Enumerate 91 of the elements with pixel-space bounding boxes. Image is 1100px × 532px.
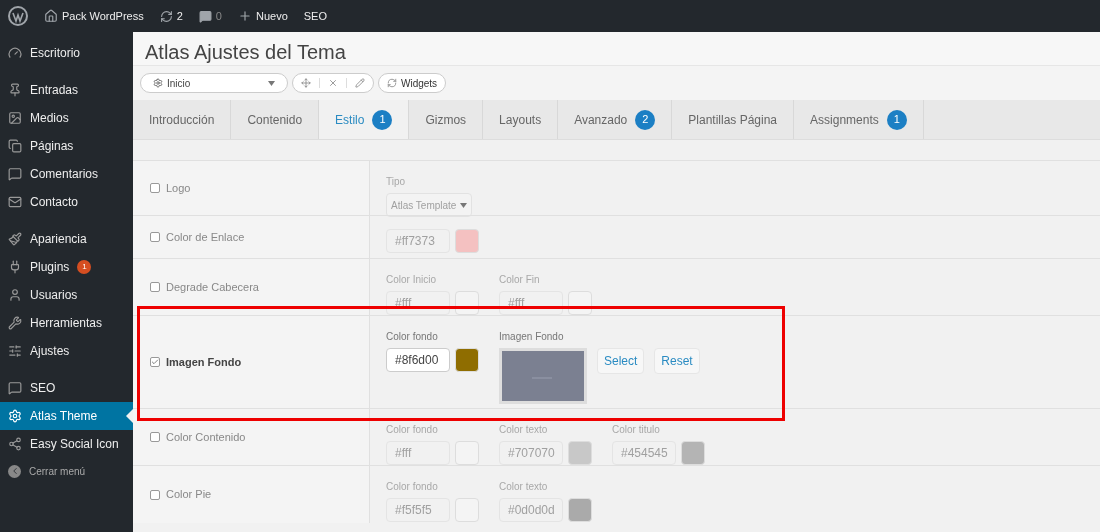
field-label: Color texto: [499, 480, 549, 494]
row-label: Color Pie: [166, 487, 212, 503]
select-button[interactable]: Select: [597, 348, 645, 374]
sidebar-item[interactable]: Herramientas: [0, 309, 133, 337]
checkbox[interactable]: [150, 489, 160, 500]
tab[interactable]: Layouts: [483, 100, 559, 139]
sidebar-item[interactable]: Ajustes: [0, 337, 133, 365]
row-label: Logo: [166, 180, 191, 196]
tab[interactable]: Estilo 1: [319, 100, 410, 139]
menu-icon: [8, 46, 22, 60]
sidebar-item[interactable]: Usuarios: [0, 281, 133, 309]
gear-icon: [153, 78, 163, 88]
tab[interactable]: Plantillas Página: [672, 100, 795, 139]
sidebar-item[interactable]: Apariencia: [0, 225, 133, 253]
caret-icon: [268, 80, 275, 86]
tab[interactable]: Gizmos: [409, 100, 484, 139]
row-label: Degrade Cabecera: [166, 279, 259, 295]
home-icon: [44, 9, 58, 23]
count-badge: 2: [635, 109, 656, 130]
sidebar-item[interactable]: Escritorio: [0, 39, 133, 67]
color-swatch[interactable]: [568, 498, 592, 522]
checkbox[interactable]: [150, 432, 160, 442]
menu-icon: [8, 409, 22, 423]
logo-icon[interactable]: [8, 6, 28, 26]
caret-icon: [460, 202, 468, 208]
reset-button[interactable]: Reset: [654, 348, 700, 374]
row-label: Color Contenido: [166, 429, 246, 445]
sidebar-item[interactable]: Medios: [0, 104, 133, 132]
layout-select[interactable]: Inicio: [140, 73, 288, 93]
page-title: Atlas Ajustes del Tema: [145, 40, 346, 65]
menu-icon: [8, 260, 22, 274]
sidebar-item[interactable]: Atlas Theme: [0, 402, 133, 430]
menu-icon: [8, 344, 22, 358]
tab[interactable]: Avanzado 2: [558, 100, 673, 139]
checkbox[interactable]: [150, 232, 160, 242]
sidebar-item[interactable]: Comentarios: [0, 160, 133, 188]
sidebar-item[interactable]: Entradas: [0, 76, 133, 104]
field-label: Tipo: [386, 175, 407, 189]
menu-icon: [8, 437, 22, 451]
checkbox[interactable]: [150, 282, 160, 292]
row-label: Imagen Fondo: [166, 354, 242, 370]
plus-icon: [237, 9, 252, 23]
field-label: Color fondo: [386, 330, 439, 344]
refresh-icon: [159, 9, 173, 23]
sidebar-item[interactable]: SEO: [0, 374, 133, 402]
field-label: Color fondo: [386, 423, 439, 437]
collapse-icon: [8, 464, 21, 478]
checkbox[interactable]: [150, 183, 160, 193]
comment-icon: [198, 9, 212, 23]
menu-icon: [8, 167, 22, 181]
close-icon[interactable]: [319, 78, 347, 88]
seo-link[interactable]: SEO: [303, 7, 327, 25]
menu-icon: [8, 232, 22, 246]
field-label: Imagen Fondo: [499, 330, 565, 344]
field-label: Color texto: [499, 423, 549, 437]
color-swatch[interactable]: [568, 291, 592, 315]
color-swatch[interactable]: [681, 441, 705, 465]
count-badge: 1: [886, 109, 907, 130]
field-label: Color titulo: [612, 423, 661, 437]
sidebar-item[interactable]: Plugins 1: [0, 253, 133, 281]
menu-icon: [8, 381, 22, 395]
tab[interactable]: Assignments 1: [794, 100, 924, 139]
comments-link[interactable]: 0: [198, 7, 222, 25]
new-link[interactable]: Nuevo: [237, 7, 288, 25]
collapse-menu[interactable]: Cerrar menú: [0, 458, 133, 484]
tab[interactable]: Introducción: [133, 100, 232, 139]
count-badge: 1: [372, 109, 393, 130]
widgets-button[interactable]: Widgets: [378, 73, 447, 93]
sidebar-item[interactable]: Easy Social Icon: [0, 430, 133, 458]
color-swatch[interactable]: [568, 441, 592, 465]
menu-icon: [8, 139, 22, 153]
sidebar-item[interactable]: Contacto: [0, 188, 133, 216]
color-swatch[interactable]: [455, 229, 479, 253]
checkbox[interactable]: [150, 357, 160, 367]
updates-link[interactable]: 2: [159, 7, 183, 25]
field-label: Color Inicio: [386, 273, 438, 287]
menu-icon: [8, 288, 22, 302]
row-label: Color de Enlace: [166, 229, 245, 245]
sidebar-item[interactable]: Páginas: [0, 132, 133, 160]
field-label: Color Fin: [499, 273, 541, 287]
color-input[interactable]: #8f6d00: [386, 348, 450, 372]
site-link[interactable]: Pack WordPress: [44, 7, 144, 25]
refresh-icon: [387, 78, 397, 88]
count-badge: 1: [77, 260, 92, 274]
field-label: Color fondo: [386, 480, 439, 494]
menu-icon: [8, 195, 22, 209]
menu-icon: [8, 83, 22, 97]
menu-icon: [8, 316, 22, 330]
color-swatch[interactable]: [455, 348, 479, 372]
color-swatch[interactable]: [455, 291, 479, 315]
menu-icon: [8, 111, 22, 125]
